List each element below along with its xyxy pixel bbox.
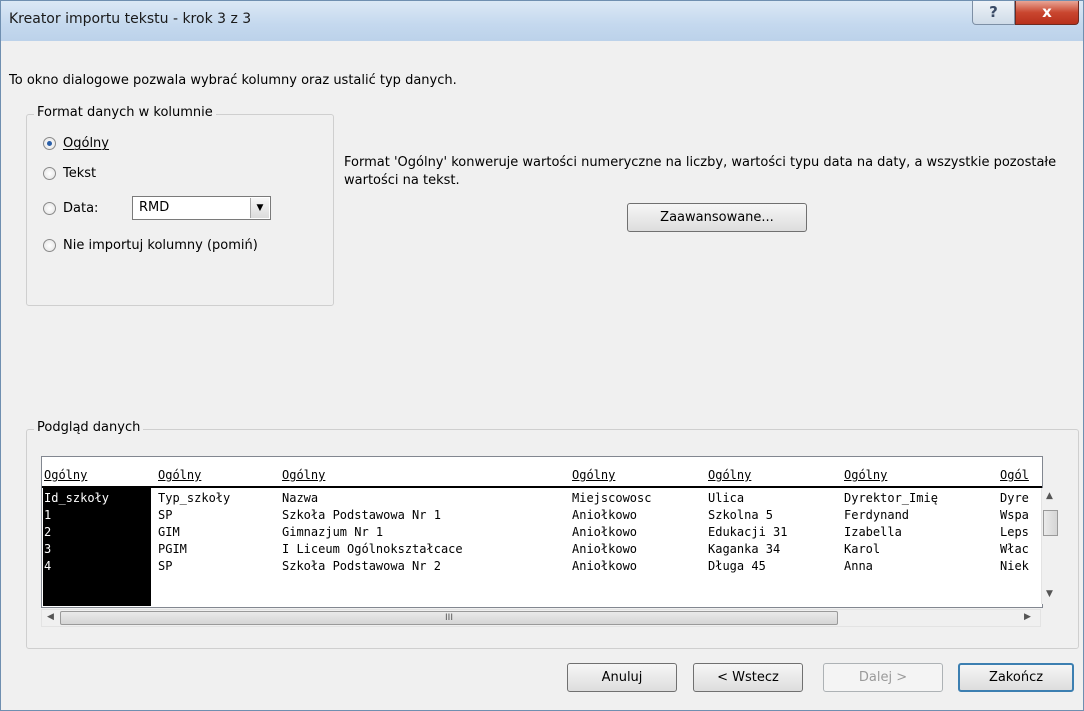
table-cell: Ferdynand xyxy=(844,508,910,522)
radio-text-label: Tekst xyxy=(63,166,97,181)
column-format-group-label: Format danych w kolumnie xyxy=(34,105,216,120)
table-cell: Edukacji 31 xyxy=(708,525,788,539)
table-cell: Aniołkowo xyxy=(572,559,638,573)
next-button: Dalej > xyxy=(823,663,943,692)
table-cell: 1 xyxy=(44,508,52,522)
table-cell: Gimnazjum Nr 1 xyxy=(282,525,384,539)
table-cell: SP xyxy=(158,508,173,522)
table-cell: Niek xyxy=(1000,559,1029,573)
format-info-text: Format 'Ogólny' konweruje wartości numer… xyxy=(344,155,1057,188)
help-button[interactable]: ? xyxy=(972,1,1015,25)
table-cell: Anna xyxy=(844,559,873,573)
column-header[interactable]: Ogól xyxy=(1000,467,1042,484)
radio-general-indicator[interactable] xyxy=(43,137,56,150)
horizontal-scroll-thumb[interactable]: III xyxy=(60,611,838,625)
radio-text[interactable]: Tekst xyxy=(43,166,96,181)
dialog-description: To okno dialogowe pozwala wybrać kolumny… xyxy=(9,73,457,88)
table-cell: Ulica xyxy=(708,491,745,505)
radio-general-label: Ogólny xyxy=(63,136,109,151)
table-cell: Aniołkowo xyxy=(572,542,638,556)
title-bar: Kreator importu tekstu - krok 3 z 3 ? x xyxy=(1,1,1083,41)
table-cell: Włac xyxy=(1000,542,1029,556)
radio-skip-column[interactable]: Nie importuj kolumny (pomiń) xyxy=(43,238,258,253)
table-cell: I Liceum Ogólnokształcace xyxy=(282,542,463,556)
radio-skip-column-indicator[interactable] xyxy=(43,239,56,252)
radio-general[interactable]: Ogólny xyxy=(43,136,109,151)
table-cell: Miejscowosc xyxy=(572,491,652,505)
table-cell: Id_szkoły xyxy=(44,491,110,505)
radio-date-indicator[interactable] xyxy=(43,202,56,215)
table-cell: GIM xyxy=(158,525,180,539)
column-header[interactable]: Ogólny xyxy=(158,467,280,484)
scroll-up-icon[interactable]: ▲ xyxy=(1046,491,1053,501)
table-cell: Aniołkowo xyxy=(572,508,638,522)
table-cell: Dyrektor_Imię xyxy=(844,491,938,505)
date-format-value: RMD xyxy=(139,200,170,215)
radio-text-indicator[interactable] xyxy=(43,167,56,180)
table-cell: Dyre xyxy=(1000,491,1029,505)
scroll-right-icon[interactable]: ▶ xyxy=(1024,612,1031,622)
table-cell: 3 xyxy=(44,542,52,556)
table-cell: Szkoła Podstawowa Nr 2 xyxy=(282,559,441,573)
dialog-window: Kreator importu tekstu - krok 3 z 3 ? x … xyxy=(0,0,1084,711)
table-cell: PGIM xyxy=(158,542,187,556)
table-cell: Kaganka 34 xyxy=(708,542,781,556)
header-divider xyxy=(42,486,1042,488)
finish-button[interactable]: Zakończ xyxy=(958,663,1074,692)
table-cell: 4 xyxy=(44,559,52,573)
table-cell: Izabella xyxy=(844,525,902,539)
table-cell: Nazwa xyxy=(282,491,319,505)
column-header[interactable]: Ogólny xyxy=(844,467,998,484)
cancel-button[interactable]: Anuluj xyxy=(567,663,677,692)
scroll-down-icon[interactable]: ▼ xyxy=(1046,589,1053,599)
vertical-scrollbar[interactable]: ▲ ▼ xyxy=(1041,488,1060,604)
table-cell: Karol xyxy=(844,542,881,556)
back-button[interactable]: < Wstecz xyxy=(693,663,803,692)
table-cell: Aniołkowo xyxy=(572,525,638,539)
table-cell: 2 xyxy=(44,525,52,539)
scroll-left-icon[interactable]: ◀ xyxy=(47,612,54,622)
advanced-button[interactable]: Zaawansowane... xyxy=(627,203,807,232)
radio-date[interactable]: Data: xyxy=(43,201,98,216)
column-header[interactable]: Ogólny xyxy=(708,467,842,484)
table-cell: Typ_szkoły xyxy=(158,491,231,505)
table-cell: Leps xyxy=(1000,525,1029,539)
table-cell: Wspa xyxy=(1000,508,1029,522)
preview-group-label: Podgląd danych xyxy=(34,420,144,435)
horizontal-scrollbar[interactable]: ◀ III ▶ xyxy=(41,609,1041,627)
data-preview-grid[interactable]: Ogólny Ogólny Ogólny Ogólny Ogólny Ogólny Ogól… xyxy=(41,456,1043,608)
vertical-scroll-thumb[interactable] xyxy=(1043,510,1058,536)
column-header[interactable]: Ogólny xyxy=(44,467,156,484)
radio-skip-column-label: Nie importuj kolumny (pomiń) xyxy=(63,238,258,253)
table-cell: SP xyxy=(158,559,173,573)
window-title: Kreator importu tekstu - krok 3 z 3 xyxy=(9,11,252,27)
column-header[interactable]: Ogólny xyxy=(282,467,570,484)
radio-date-label: Data: xyxy=(63,201,99,216)
chevron-down-icon[interactable]: ▼ xyxy=(250,198,269,218)
close-button[interactable]: x xyxy=(1015,1,1079,25)
table-cell: Długa 45 xyxy=(708,559,766,573)
date-format-combo[interactable]: RMD ▼ xyxy=(132,196,271,220)
column-header[interactable]: Ogólny xyxy=(572,467,706,484)
table-cell: Szkoła Podstawowa Nr 1 xyxy=(282,508,441,522)
table-cell: Szkolna 5 xyxy=(708,508,774,522)
